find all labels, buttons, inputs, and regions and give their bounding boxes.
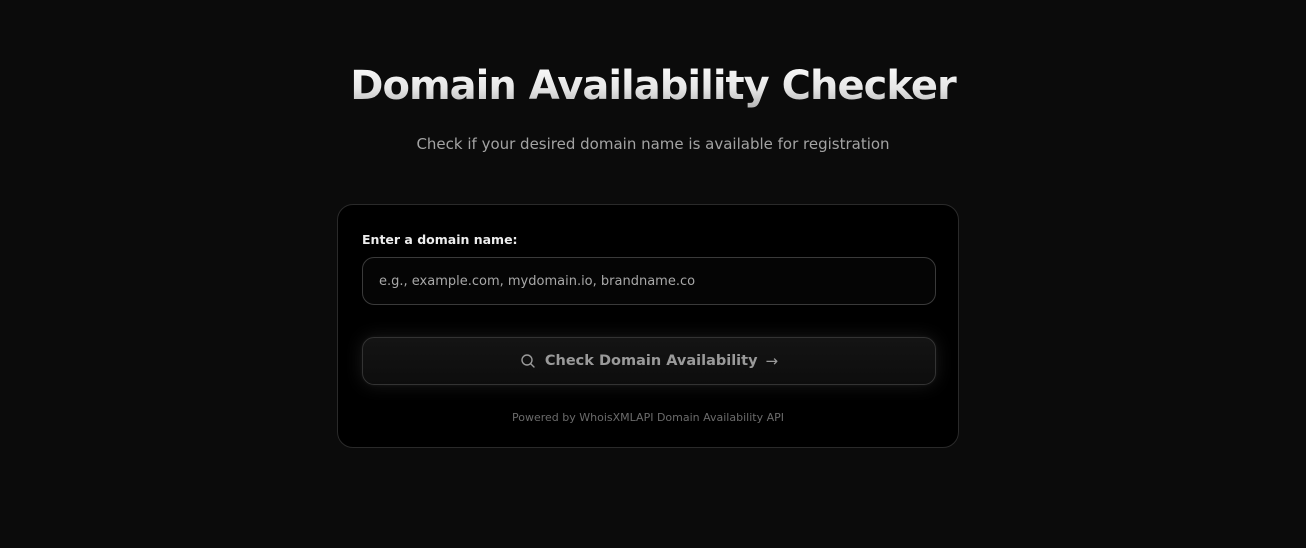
domain-check-card: Enter a domain name: Check Domain Availa… — [337, 204, 959, 448]
arrow-right-icon: → — [765, 352, 779, 370]
search-icon — [521, 354, 535, 368]
domain-input[interactable] — [362, 257, 936, 305]
page-subtitle: Check if your desired domain name is ava… — [416, 135, 890, 153]
page-title: Domain Availability Checker — [0, 60, 1306, 112]
check-availability-button-label: Check Domain Availability — [544, 353, 758, 369]
powered-by-note: Powered by WhoisXMLAPI Domain Availabili… — [512, 411, 784, 424]
check-availability-button[interactable]: Check Domain Availability → — [362, 337, 936, 385]
domain-input-label: Enter a domain name: — [362, 232, 518, 247]
